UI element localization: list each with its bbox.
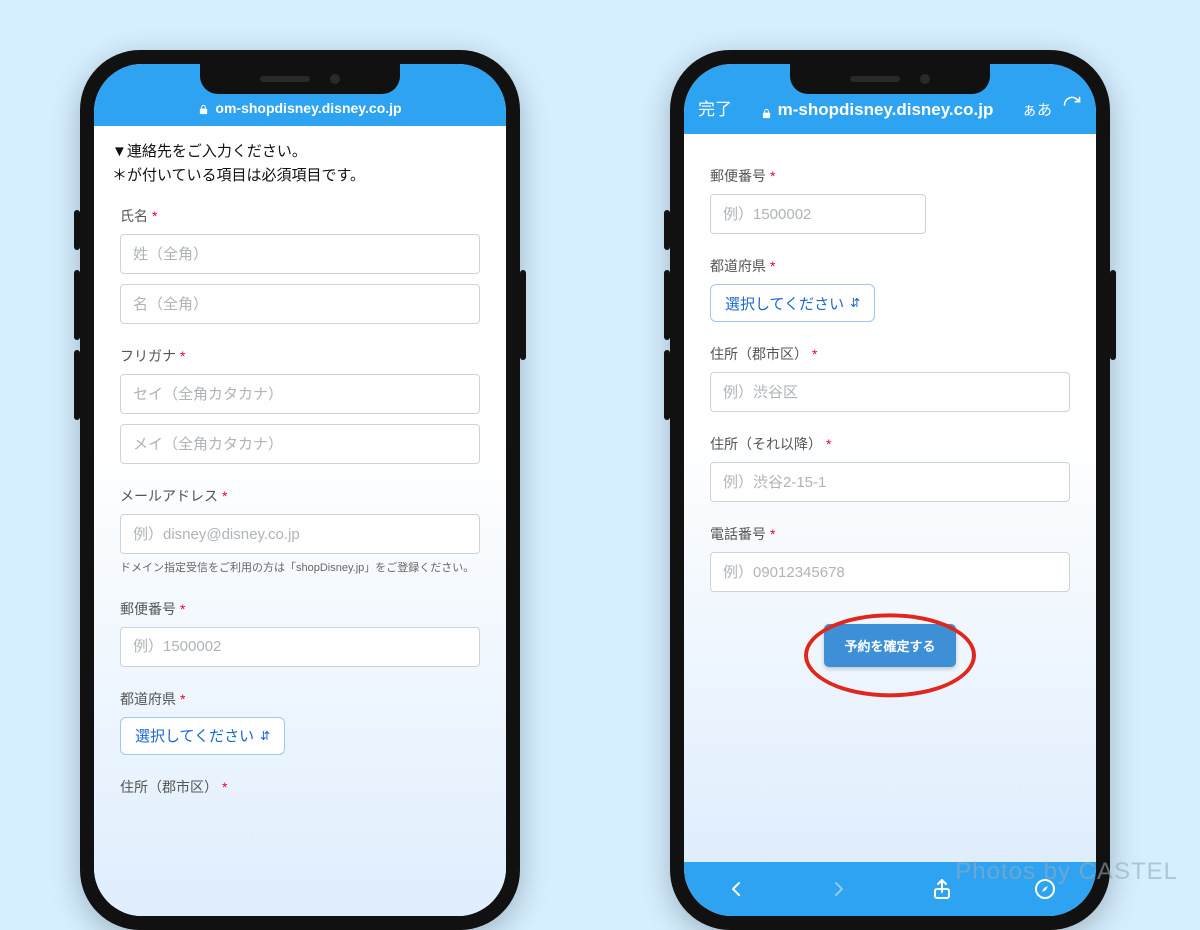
label-name: 氏名 — [120, 208, 148, 224]
chevron-updown-icon: ⇵ — [850, 297, 860, 309]
forward-icon[interactable] — [827, 877, 851, 901]
field-prefecture: 都道府県* 選択してください ⇵ — [710, 256, 1070, 322]
reload-icon[interactable] — [1062, 95, 1082, 120]
phone-mock-right: 完了 m-shopdisney.disney.co.jp ぁあ 郵便番号* — [670, 50, 1110, 930]
input-phone[interactable] — [710, 552, 1070, 592]
input-firstname[interactable] — [120, 284, 480, 324]
label-prefecture: 都道府県 — [120, 691, 176, 707]
label-prefecture: 都道府県 — [710, 258, 766, 274]
back-icon[interactable] — [724, 877, 748, 901]
input-firstname-kana[interactable] — [120, 424, 480, 464]
field-prefecture: 都道府県* 選択してください ⇵ — [120, 689, 480, 755]
browser-toolbar — [684, 862, 1096, 916]
field-email: メールアドレス* ドメイン指定受信をご利用の方は「shopDisney.jp」を… — [120, 486, 480, 577]
field-postal: 郵便番号* — [710, 166, 1070, 234]
share-icon[interactable] — [930, 877, 954, 901]
label-kana: フリガナ — [120, 348, 176, 364]
input-lastname-kana[interactable] — [120, 374, 480, 414]
label-postal: 郵便番号 — [120, 601, 176, 617]
field-postal: 郵便番号* — [120, 599, 480, 667]
form-content: ▼連絡先をご入力ください。 ＊が付いている項目は必須項目です。 氏名* フリガナ… — [94, 126, 506, 916]
intro-text: ▼連絡先をご入力ください。 ＊が付いている項目は必須項目です。 — [112, 140, 488, 188]
chevron-updown-icon: ⇵ — [260, 730, 270, 742]
label-postal: 郵便番号 — [710, 168, 766, 184]
submit-reservation-button[interactable]: 予約を確定する — [824, 624, 955, 667]
email-help: ドメイン指定受信をご利用の方は「shopDisney.jp」をご登録ください。 — [120, 560, 480, 577]
done-button[interactable]: 完了 — [698, 95, 732, 120]
field-city: 住所（郡市区）* — [120, 777, 480, 797]
input-email[interactable] — [120, 514, 480, 554]
notch — [790, 64, 990, 94]
select-prefecture[interactable]: 選択してください ⇵ — [710, 284, 875, 322]
notch — [200, 64, 400, 94]
field-address-rest: 住所（それ以降）* — [710, 434, 1070, 502]
form-content: 郵便番号* 都道府県* 選択してください ⇵ 住所（郡市区）* 住所（それ以降）… — [684, 134, 1096, 862]
input-city[interactable] — [710, 372, 1070, 412]
field-kana: フリガナ* — [120, 346, 480, 464]
label-address-rest: 住所（それ以降） — [710, 436, 822, 452]
label-city: 住所（郡市区） — [710, 346, 808, 362]
field-name: 氏名* — [120, 206, 480, 324]
input-address-rest[interactable] — [710, 462, 1070, 502]
lock-icon — [761, 104, 772, 117]
url-text: om-shopdisney.disney.co.jp — [215, 100, 401, 116]
label-email: メールアドレス — [120, 488, 218, 504]
input-lastname[interactable] — [120, 234, 480, 274]
safari-icon[interactable] — [1033, 877, 1057, 901]
label-city: 住所（郡市区） — [120, 779, 218, 795]
phone-mock-left: om-shopdisney.disney.co.jp ▼連絡先をご入力ください。… — [80, 50, 520, 930]
text-size-button[interactable]: ぁあ — [1022, 99, 1052, 120]
field-city: 住所（郡市区）* — [710, 344, 1070, 412]
select-prefecture[interactable]: 選択してください ⇵ — [120, 717, 285, 755]
label-phone: 電話番号 — [710, 526, 766, 542]
field-phone: 電話番号* — [710, 524, 1070, 592]
input-postal[interactable] — [710, 194, 926, 234]
lock-icon — [198, 102, 209, 115]
input-postal[interactable] — [120, 627, 480, 667]
url-text: m-shopdisney.disney.co.jp — [778, 100, 994, 120]
